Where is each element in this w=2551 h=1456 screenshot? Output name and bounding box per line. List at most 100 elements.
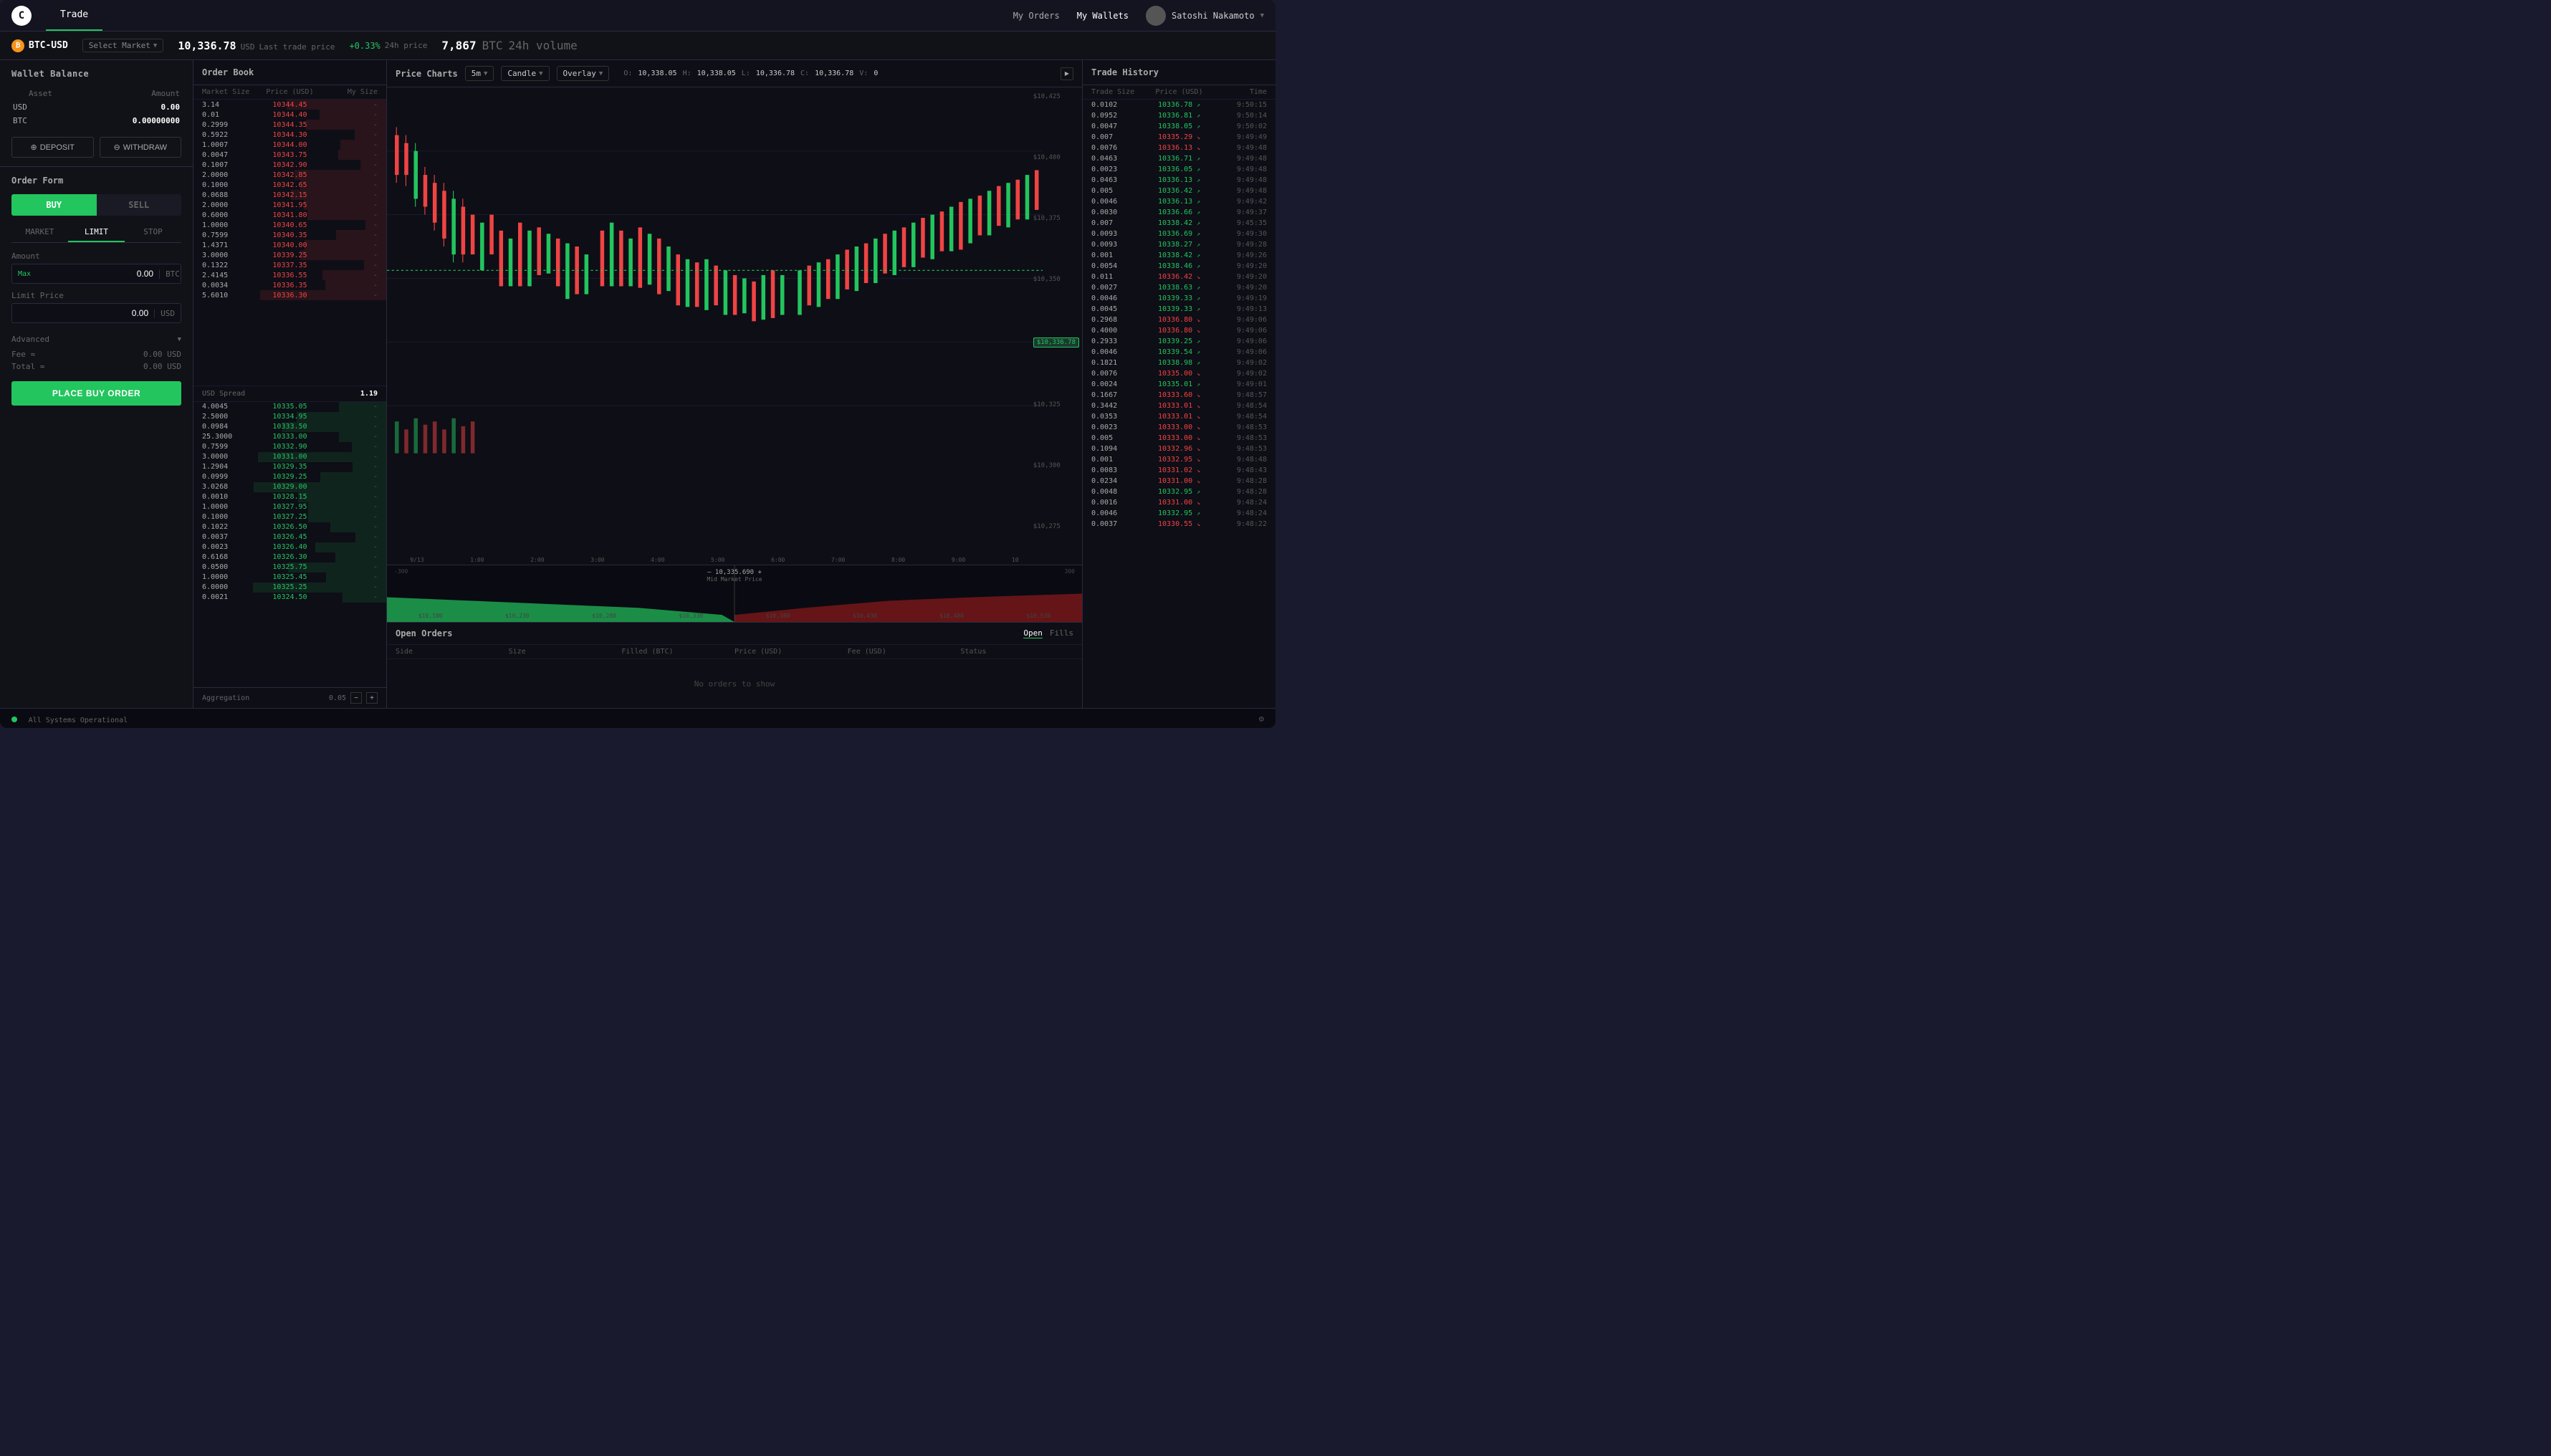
limit-price-input[interactable] — [12, 304, 154, 322]
bid-row[interactable]: 0.0500 10325.75 - — [193, 562, 386, 573]
fills-tab[interactable]: Fills — [1050, 628, 1073, 638]
ask-row[interactable]: 2.0000 10341.95 - — [193, 200, 386, 210]
bid-row[interactable]: 1.0000 10325.45 - — [193, 573, 386, 583]
timeframe-dropdown[interactable]: 5m ▼ — [465, 66, 494, 81]
ask-row[interactable]: 0.1322 10337.35 - — [193, 260, 386, 270]
limit-order-tab[interactable]: LIMIT — [68, 223, 125, 242]
trade-row: 0.0045 10339.33 ↗ 9:49:13 — [1083, 304, 1276, 315]
trade-row: 0.3442 10333.01 ↘ 9:48:54 — [1083, 401, 1276, 411]
ask-row[interactable]: 1.4371 10340.00 - — [193, 240, 386, 250]
last-price: 10,336.78 — [178, 39, 236, 52]
trade-row: 0.0046 10332.95 ↗ 9:48:24 — [1083, 508, 1276, 519]
nav-tab-trade[interactable]: Trade — [46, 0, 102, 31]
stop-order-tab[interactable]: STOP — [125, 223, 181, 242]
trade-row: 0.0016 10331.00 ↘ 9:48:24 — [1083, 497, 1276, 508]
bid-row[interactable]: 0.0037 10326.45 - — [193, 532, 386, 542]
ask-row[interactable]: 0.1007 10342.90 - — [193, 160, 386, 170]
bid-row[interactable]: 0.0999 10329.25 - — [193, 472, 386, 482]
trade-row: 0.2968 10336.80 ↘ 9:49:06 — [1083, 315, 1276, 325]
fee-row: Fee ≈ 0.00 USD — [11, 348, 181, 360]
ask-row[interactable]: 0.0034 10336.35 - — [193, 280, 386, 290]
sell-tab[interactable]: SELL — [97, 194, 182, 216]
ask-row[interactable]: 2.0000 10342.85 - — [193, 170, 386, 180]
play-button[interactable]: ▶ — [1061, 67, 1073, 80]
trade-row: 0.0047 10338.05 ↗ 9:50:02 — [1083, 121, 1276, 132]
ask-row[interactable]: 1.0007 10344.00 - — [193, 140, 386, 150]
asset-row: BTC0.00000000 — [13, 115, 180, 127]
mid-price-display: — 10,335.690 + Mid Market Price — [707, 569, 762, 583]
bid-row[interactable]: 4.0045 10335.05 - — [193, 402, 386, 412]
chart-type-dropdown[interactable]: Candle ▼ — [501, 66, 549, 81]
buy-tab[interactable]: BUY — [11, 194, 97, 216]
ask-row[interactable]: 2.4145 10336.55 - — [193, 270, 386, 280]
trade-row: 0.0046 10339.54 ↗ 9:49:06 — [1083, 347, 1276, 358]
app-logo[interactable]: C — [11, 6, 32, 26]
ask-row[interactable]: 3.0000 10339.25 - — [193, 250, 386, 260]
bid-row[interactable]: 1.2904 10329.35 - — [193, 462, 386, 472]
market-order-tab[interactable]: MARKET — [11, 223, 68, 242]
ask-row[interactable]: 1.0000 10340.65 - — [193, 220, 386, 230]
bid-row[interactable]: 0.7599 10332.90 - — [193, 442, 386, 452]
ask-row[interactable]: 0.2999 10344.35 - — [193, 120, 386, 130]
bid-row[interactable]: 3.0000 10331.00 - — [193, 452, 386, 462]
ask-row[interactable]: 0.01 10344.40 - — [193, 110, 386, 120]
trade-row: 0.007 10338.42 ↗ 9:45:35 — [1083, 218, 1276, 229]
settings-icon[interactable]: ⚙ — [1259, 714, 1264, 724]
my-wallets-link[interactable]: My Wallets — [1077, 11, 1129, 21]
ask-row[interactable]: 0.1000 10342.65 - — [193, 180, 386, 190]
open-tab[interactable]: Open — [1023, 628, 1043, 638]
trade-row: 0.0030 10336.66 ↗ 9:49:37 — [1083, 207, 1276, 218]
advanced-toggle[interactable]: Advanced ▼ — [11, 330, 181, 348]
ask-row[interactable]: 0.7599 10340.35 - — [193, 230, 386, 240]
order-type-tabs: MARKET LIMIT STOP — [11, 223, 181, 243]
overlay-dropdown[interactable]: Overlay ▼ — [557, 66, 610, 81]
ask-row[interactable]: 3.14 10344.45 - — [193, 100, 386, 110]
trade-row: 0.0093 10338.27 ↗ 9:49:28 — [1083, 239, 1276, 250]
volume-currency: BTC — [482, 39, 503, 52]
status-text: All Systems Operational — [29, 717, 128, 724]
ask-row[interactable]: 0.0688 10342.15 - — [193, 190, 386, 200]
trade-row: 0.0024 10335.01 ↗ 9:49:01 — [1083, 379, 1276, 390]
total-row: Total ≈ 0.00 USD — [11, 360, 181, 373]
bid-row[interactable]: 0.0023 10326.40 - — [193, 542, 386, 552]
depth-chart: -300 300 $10,180 $10,230 $10,280 $10,330… — [387, 565, 1082, 622]
market-pair: ₿ BTC-USD — [11, 39, 68, 52]
max-button[interactable]: Max — [12, 270, 37, 278]
deposit-button[interactable]: ⊕ DEPOSIT — [11, 137, 94, 158]
trade-history-title: Trade History — [1083, 60, 1276, 85]
withdraw-button[interactable]: ⊖ WITHDRAW — [100, 137, 182, 158]
ask-row[interactable]: 0.6000 10341.80 - — [193, 210, 386, 220]
place-order-button[interactable]: PLACE BUY ORDER — [11, 381, 181, 406]
ask-row[interactable]: 5.6010 10336.30 - — [193, 290, 386, 300]
agg-increase-button[interactable]: + — [366, 692, 378, 704]
bid-row[interactable]: 0.0984 10333.50 - — [193, 422, 386, 432]
bid-row[interactable]: 3.0268 10329.00 - — [193, 482, 386, 492]
select-market-button[interactable]: Select Market ▼ — [82, 39, 164, 52]
trade-row: 0.0353 10333.01 ↘ 9:48:54 — [1083, 411, 1276, 422]
chevron-down-icon: ▼ — [539, 70, 542, 77]
trade-row: 0.011 10336.42 ↘ 9:49:20 — [1083, 272, 1276, 282]
trade-row: 0.001 10332.95 ↘ 9:48:48 — [1083, 454, 1276, 465]
bid-row[interactable]: 25.3000 10333.00 - — [193, 432, 386, 442]
price-change: +0.33% — [349, 41, 380, 51]
price-currency: USD — [241, 42, 255, 52]
limit-price-input-row: USD — [11, 303, 181, 323]
bid-row[interactable]: 0.0021 10324.50 - — [193, 593, 386, 603]
ask-row[interactable]: 0.0047 10343.75 - — [193, 150, 386, 160]
bid-row[interactable]: 2.5000 10334.95 - — [193, 412, 386, 422]
ask-row[interactable]: 0.5922 10344.30 - — [193, 130, 386, 140]
bid-row[interactable]: 0.1000 10327.25 - — [193, 512, 386, 522]
col-asset: Asset — [13, 87, 68, 100]
agg-decrease-button[interactable]: − — [350, 692, 362, 704]
bid-row[interactable]: 0.0010 10328.15 - — [193, 492, 386, 502]
my-orders-link[interactable]: My Orders — [1013, 11, 1060, 21]
main-nav: Trade — [46, 0, 102, 31]
amount-input[interactable] — [37, 264, 159, 283]
bid-row[interactable]: 0.6168 10326.30 - — [193, 552, 386, 562]
amount-currency: BTC — [159, 269, 186, 279]
user-menu[interactable]: Satoshi Nakamoto ▼ — [1146, 6, 1264, 26]
bid-row[interactable]: 1.0000 10327.95 - — [193, 502, 386, 512]
bid-row[interactable]: 0.1022 10326.50 - — [193, 522, 386, 532]
candlestick-svg — [387, 87, 1043, 469]
bid-row[interactable]: 6.0000 10325.25 - — [193, 583, 386, 593]
